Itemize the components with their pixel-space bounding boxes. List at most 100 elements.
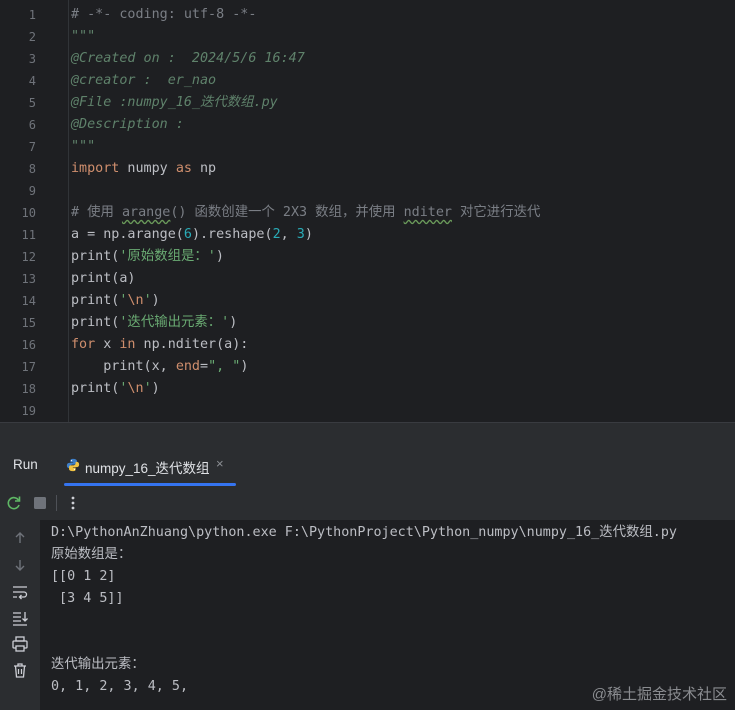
- scroll-to-end-icon[interactable]: [10, 608, 30, 628]
- code-line[interactable]: @creator : er_nao: [71, 70, 216, 92]
- code-area[interactable]: # -*- coding: utf-8 -*- """ @Created on : …: [68, 0, 735, 422]
- code-token: 2: [272, 227, 281, 242]
- code-token: # -*- coding: utf-8 -*-: [71, 7, 257, 22]
- console-side-toolbar: [0, 520, 41, 710]
- code-token: ): [215, 249, 224, 264]
- code-token: end: [175, 359, 200, 374]
- line-number: 12: [21, 250, 36, 264]
- line-number: 13: [21, 272, 36, 286]
- code-token: """: [71, 139, 96, 154]
- panel-divider[interactable]: [0, 422, 735, 445]
- code-token: np: [191, 161, 217, 176]
- code-editor[interactable]: 1 2 3 4 5 6 7 8 9 10 11 12 13 14 15 16 17 18 19 # -*- codi…: [0, 0, 735, 422]
- line-number: 5: [28, 96, 36, 110]
- code-token: ': [143, 293, 152, 308]
- console-line: 迭代输出元素：: [51, 657, 145, 672]
- code-token: \n: [127, 381, 144, 396]
- run-label: Run: [13, 457, 38, 472]
- console-line: [[0 1 2]: [51, 569, 116, 584]
- close-icon[interactable]: ×: [216, 456, 224, 471]
- code-line[interactable]: print('\n'): [71, 290, 160, 312]
- line-number: 3: [28, 52, 36, 66]
- code-token: @Created on : 2024/5/6 16:47: [71, 51, 305, 66]
- console-line: 原始数组是：: [51, 547, 132, 562]
- line-number: 1: [28, 8, 36, 22]
- code-line[interactable]: print(x, end=", "): [71, 356, 248, 378]
- code-token: () 函数创建一个 2X3 数组，并使用: [170, 205, 404, 220]
- code-token: ", ": [208, 359, 241, 374]
- python-file-icon: [66, 458, 80, 472]
- code-token: ): [240, 359, 249, 374]
- line-number: 8: [28, 162, 36, 176]
- code-token: print(: [71, 293, 120, 308]
- code-token: ): [151, 381, 160, 396]
- code-line[interactable]: @File :numpy_16_迭代数组.py: [71, 92, 278, 114]
- code-line[interactable]: a = np.arange(6).reshape(2, 3): [71, 224, 313, 246]
- line-number: 17: [21, 360, 36, 374]
- line-number: 7: [28, 140, 36, 154]
- run-toolbar: [0, 486, 735, 520]
- code-token: x: [95, 337, 120, 352]
- line-number: 11: [21, 228, 36, 242]
- code-line[interactable]: # 使用 arange() 函数创建一个 2X3 数组，并使用 nditer 对…: [71, 202, 540, 224]
- console-line: [3 4 5]]: [51, 591, 124, 606]
- code-token: import: [71, 161, 120, 176]
- code-token: '原始数组是：': [119, 249, 216, 264]
- console-line: D:\PythonAnZhuang\python.exe F:\PythonPr…: [51, 525, 677, 540]
- console-output[interactable]: D:\PythonAnZhuang\python.exe F:\PythonPr…: [41, 520, 735, 710]
- code-line[interactable]: import numpy as np: [71, 158, 216, 180]
- line-number: 15: [21, 316, 36, 330]
- code-token: ): [151, 293, 160, 308]
- code-line[interactable]: for x in np.nditer(a):: [71, 334, 248, 356]
- print-icon[interactable]: [10, 634, 30, 654]
- code-token: ,: [280, 227, 297, 242]
- code-token: """: [71, 29, 96, 44]
- code-token: np.nditer(a):: [135, 337, 249, 352]
- code-line[interactable]: """: [71, 136, 95, 158]
- scroll-down-icon[interactable]: [10, 555, 30, 575]
- run-tool-window-header: Run numpy_16_迭代数组 ×: [0, 444, 735, 487]
- stop-icon[interactable]: [30, 493, 50, 513]
- code-token: arange: [121, 205, 171, 220]
- console-line: 0, 1, 2, 3, 4, 5,: [51, 679, 189, 694]
- trash-icon[interactable]: [10, 660, 30, 680]
- soft-wrap-icon[interactable]: [10, 582, 30, 602]
- code-token: 3: [296, 227, 305, 242]
- code-token: nditer: [403, 205, 452, 220]
- code-token: print(a): [71, 271, 136, 286]
- code-line[interactable]: print('\n'): [71, 378, 160, 400]
- code-line[interactable]: @Description :: [71, 114, 184, 136]
- code-token: ': [143, 381, 152, 396]
- line-number: 18: [21, 382, 36, 396]
- watermark: @稀土掘金技术社区: [591, 686, 727, 703]
- code-line[interactable]: print('原始数组是：'): [71, 246, 224, 268]
- code-token: '迭代输出元素：': [119, 315, 230, 330]
- code-line[interactable]: print(a): [71, 268, 136, 290]
- code-token: print(x,: [71, 359, 176, 374]
- scroll-up-icon[interactable]: [10, 528, 30, 548]
- code-token: # 使用: [71, 205, 122, 220]
- line-number: 6: [28, 118, 36, 132]
- code-token: ): [229, 315, 238, 330]
- line-number: 14: [21, 294, 36, 308]
- code-token: @creator : er_nao: [71, 73, 217, 88]
- run-tab[interactable]: numpy_16_迭代数组 ×: [56, 444, 236, 486]
- code-token: as: [175, 161, 192, 176]
- rerun-icon[interactable]: [4, 493, 24, 513]
- code-line[interactable]: # -*- coding: utf-8 -*-: [71, 4, 256, 26]
- code-token: print(: [71, 249, 120, 264]
- code-line[interactable]: """: [71, 26, 95, 48]
- code-token: numpy: [119, 161, 176, 176]
- code-token: @Description :: [71, 117, 184, 132]
- line-number: 16: [21, 338, 36, 352]
- code-token: ).reshape(: [191, 227, 273, 242]
- run-tab-title: numpy_16_迭代数组: [85, 461, 210, 476]
- code-token: for: [71, 337, 96, 352]
- code-token: 对它进行迭代: [451, 205, 541, 220]
- more-options-icon[interactable]: [63, 493, 83, 513]
- code-line[interactable]: print('迭代输出元素：'): [71, 312, 237, 334]
- code-token: in: [119, 337, 136, 352]
- code-token: ): [304, 227, 313, 242]
- code-line[interactable]: @Created on : 2024/5/6 16:47: [71, 48, 305, 70]
- code-token: =: [200, 359, 209, 374]
